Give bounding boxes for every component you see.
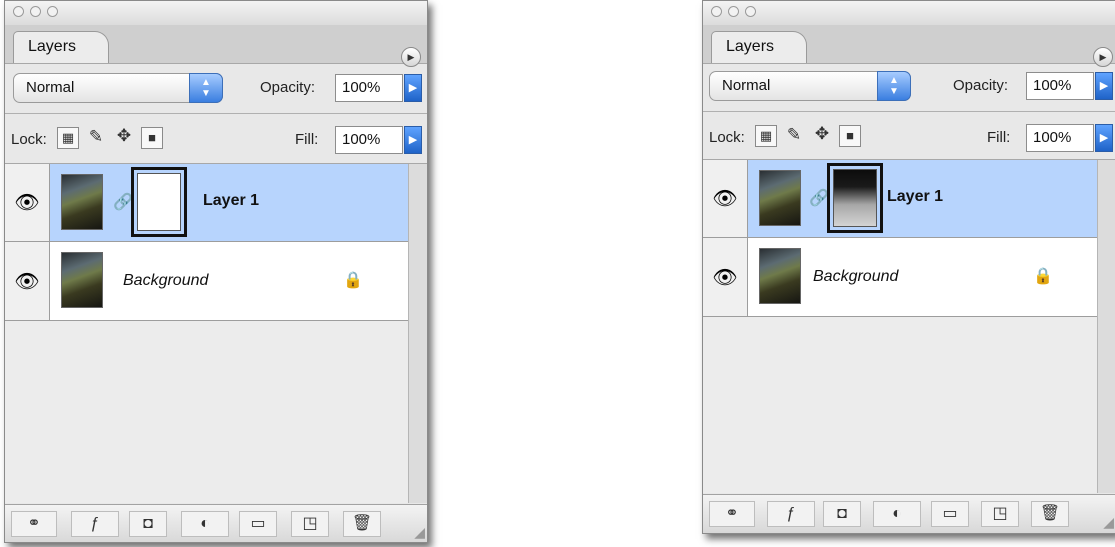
window-titlebar[interactable] [5,1,427,25]
panel-menu-icon[interactable]: ▶ [401,47,421,67]
fill-label: Fill: [295,131,319,148]
divider [703,111,1115,112]
layer-thumbnail [759,248,801,304]
zoom-window-button[interactable] [47,6,58,17]
add-mask-icon[interactable]: ◘ [129,511,167,537]
opacity-slider-button[interactable]: ▶ [404,74,422,102]
zoom-window-button[interactable] [745,6,756,17]
visibility-toggle[interactable]: 👁 [703,160,748,237]
select-arrows-icon: ▲ ▼ [189,73,223,103]
eye-icon: 👁 [14,270,40,293]
lock-image-pixels-icon[interactable]: ✎ [85,127,107,149]
layer-row-layer-1[interactable]: 👁 🔗 Layer 1 [703,160,1115,238]
layers-list: 👁 🔗 Layer 1 👁 Background 🔒 [5,163,427,503]
layer-mask-thumbnail[interactable] [827,163,883,233]
layer-style-icon[interactable]: ƒ [767,501,815,527]
fill-field[interactable]: 100% [335,126,403,154]
new-group-icon[interactable]: ▭ [239,511,277,537]
eye-icon: 👁 [712,266,738,289]
visibility-toggle[interactable]: 👁 [703,238,748,316]
lock-all-icon[interactable]: ■ [839,125,861,147]
lock-transparent-pixels-icon[interactable]: ▦ [57,127,79,149]
add-mask-icon[interactable]: ◘ [823,501,861,527]
lock-label: Lock: [709,129,745,146]
fill-slider-button[interactable]: ▶ [404,126,422,154]
eye-icon: 👁 [14,192,40,214]
layer-row-background[interactable]: 👁 Background 🔒 [5,242,427,321]
chain-link-icon[interactable]: 🔗 [113,192,133,212]
resize-grip-icon[interactable]: ◢ [414,524,425,541]
window-titlebar[interactable] [703,1,1115,25]
blend-mode-value: Normal [26,79,75,96]
new-group-icon[interactable]: ▭ [931,501,969,527]
lock-position-icon[interactable]: ✥ [113,126,135,148]
panel-footer: ⚭ ƒ ◘ ◐ ▭ ◳ 🗑 ◢ [703,494,1115,533]
link-layers-icon[interactable]: ⚭ [709,501,755,527]
new-layer-icon[interactable]: ◳ [981,501,1019,527]
panel-tab-strip: Layers ▶ [5,25,427,67]
tab-layers[interactable]: Layers [711,31,807,63]
layers-list: 👁 🔗 Layer 1 👁 Background 🔒 [703,159,1115,493]
new-layer-icon[interactable]: ◳ [291,511,329,537]
trash-icon[interactable]: 🗑 [1031,501,1069,527]
blend-mode-select[interactable]: Normal ▲ ▼ [709,71,911,101]
panel-tab-strip: Layers ▶ [703,25,1115,67]
blend-mode-select[interactable]: Normal ▲ ▼ [13,73,223,103]
resize-grip-icon[interactable]: ◢ [1103,514,1114,531]
layer-thumbnail [759,170,801,226]
fill-slider-button[interactable]: ▶ [1095,124,1113,152]
layer-mask-thumbnail[interactable] [131,167,187,237]
close-window-button[interactable] [13,6,24,17]
opacity-label: Opacity: [953,77,1009,94]
layer-style-icon[interactable]: ƒ [71,511,119,537]
lock-position-icon[interactable]: ✥ [811,124,833,146]
layers-panel-left: Layers ▶ Normal ▲ ▼ Opacity: 100% ▶ Lock:… [4,0,428,543]
layer-row-layer-1[interactable]: 👁 🔗 Layer 1 [5,164,427,242]
fill-field[interactable]: 100% [1026,124,1094,152]
chain-link-icon[interactable]: 🔗 [809,188,829,208]
adjustment-layer-icon[interactable]: ◐ [873,501,921,527]
layer-name: Layer 1 [203,192,260,209]
layer-row-background[interactable]: 👁 Background 🔒 [703,238,1115,317]
layer-name: Layer 1 [887,188,944,205]
lock-icon: 🔒 [1033,268,1053,285]
trash-icon[interactable]: 🗑 [343,511,381,537]
vertical-scrollbar[interactable] [408,164,427,503]
select-arrows-icon: ▲ ▼ [877,71,911,101]
panel-footer: ⚭ ƒ ◘ ◐ ▭ ◳ 🗑 ◢ [5,504,427,542]
lock-label: Lock: [11,131,47,148]
lock-icon: 🔒 [343,272,363,289]
opacity-slider-button[interactable]: ▶ [1095,72,1113,100]
visibility-toggle[interactable]: 👁 [5,164,50,241]
link-layers-icon[interactable]: ⚭ [11,511,57,537]
layer-name: Background [813,268,899,285]
layer-thumbnail [61,252,103,308]
blend-mode-value: Normal [722,77,771,94]
fill-label: Fill: [987,129,1011,146]
lock-transparent-pixels-icon[interactable]: ▦ [755,125,777,147]
visibility-toggle[interactable]: 👁 [5,242,50,320]
minimize-window-button[interactable] [728,6,739,17]
opacity-label: Opacity: [260,79,316,96]
lock-image-pixels-icon[interactable]: ✎ [783,125,805,147]
minimize-window-button[interactable] [30,6,41,17]
divider [5,113,427,114]
close-window-button[interactable] [711,6,722,17]
vertical-scrollbar[interactable] [1097,160,1115,493]
tab-layers[interactable]: Layers [13,31,109,63]
layer-thumbnail [61,174,103,230]
panel-menu-icon[interactable]: ▶ [1093,47,1113,67]
adjustment-layer-icon[interactable]: ◐ [181,511,229,537]
layer-name: Background [123,272,209,289]
opacity-field[interactable]: 100% [335,74,403,102]
lock-all-icon[interactable]: ■ [141,127,163,149]
opacity-field[interactable]: 100% [1026,72,1094,100]
eye-icon: 👁 [712,188,738,210]
layers-panel-right: Layers ▶ Normal ▲ ▼ Opacity: 100% ▶ Lock:… [702,0,1115,534]
